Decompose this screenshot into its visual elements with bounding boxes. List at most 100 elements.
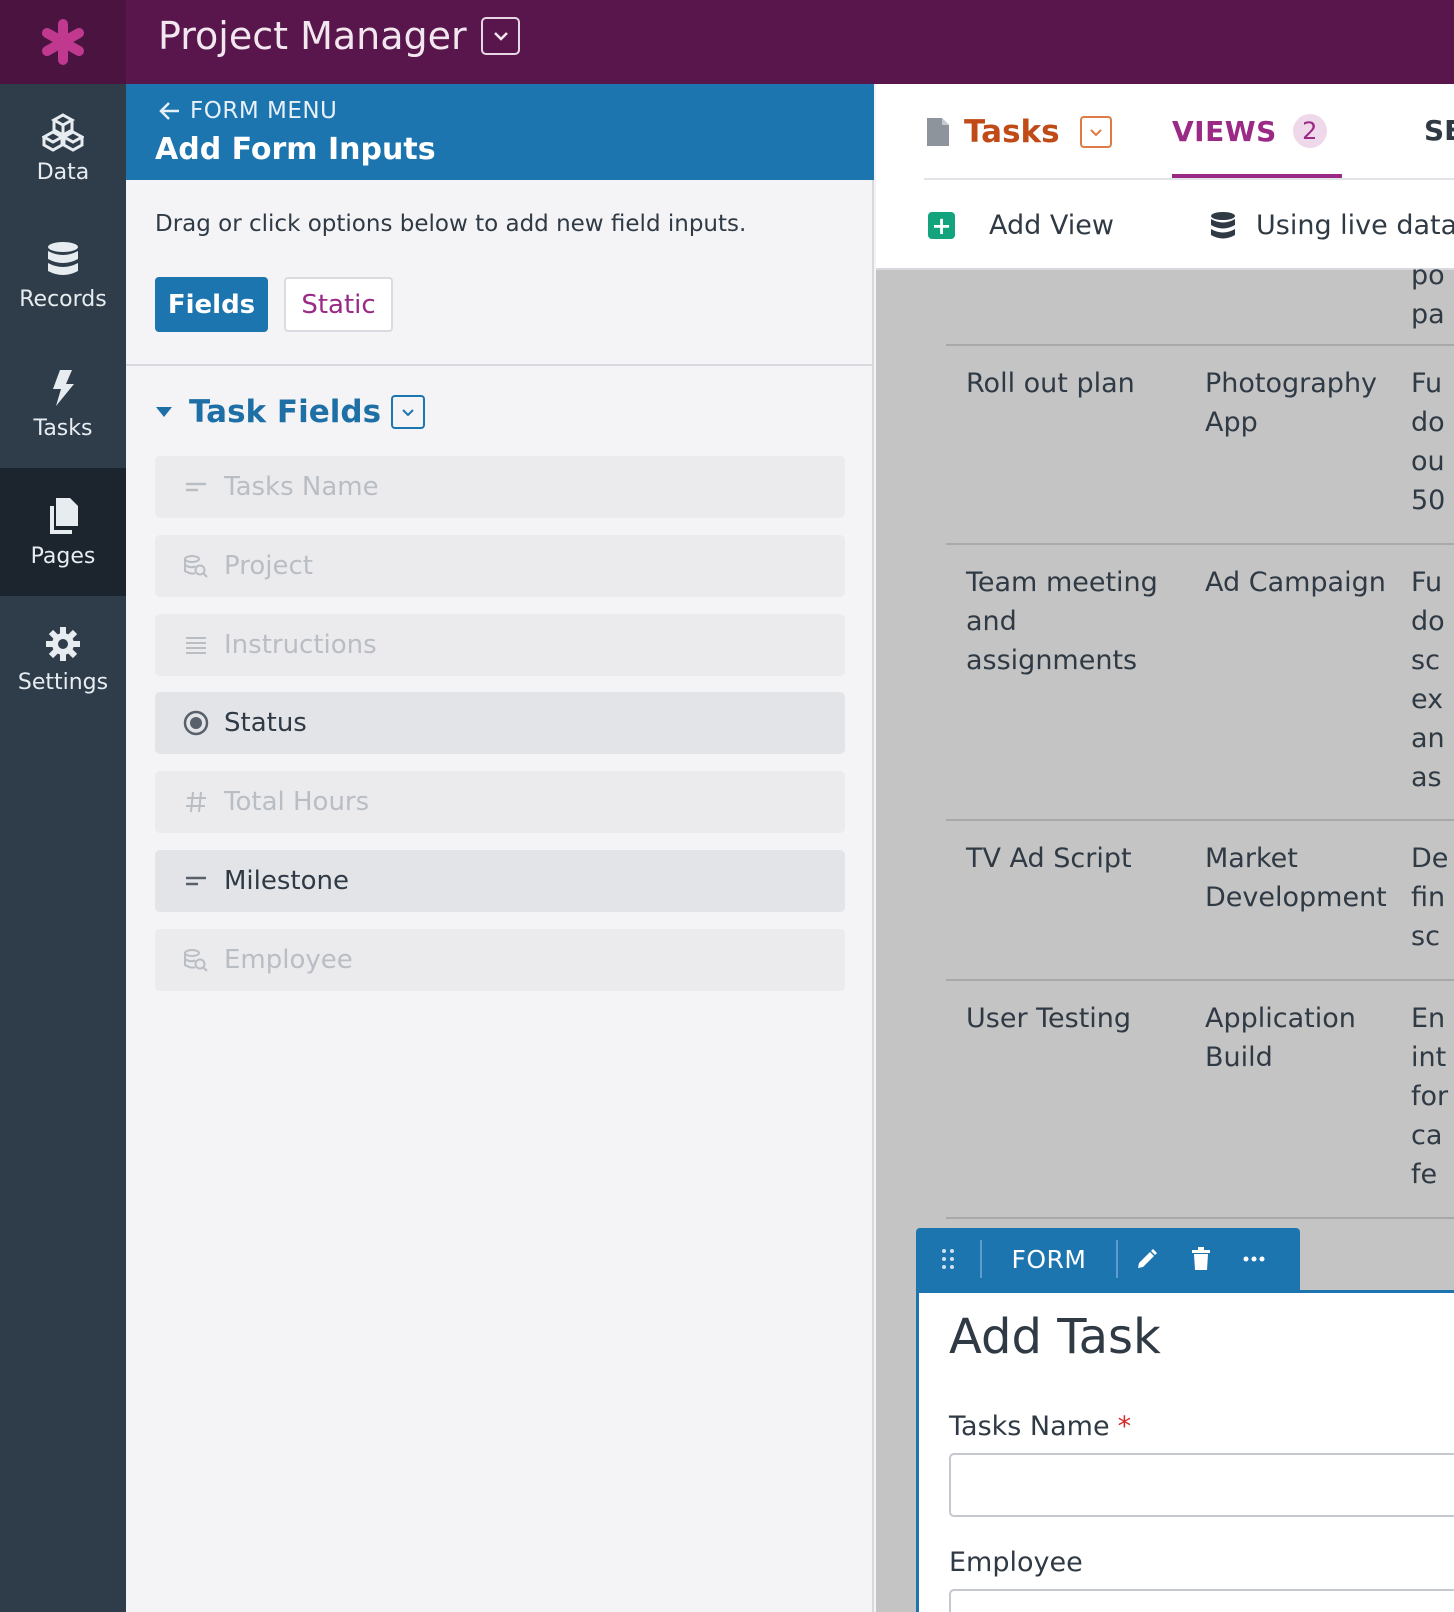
table-cell: De fin sc xyxy=(1411,843,1449,952)
nav-label: Records xyxy=(19,286,107,312)
nav-item-records[interactable]: Records xyxy=(0,212,126,340)
table-cell: po pa xyxy=(1411,260,1445,330)
required-marker: * xyxy=(1117,1411,1132,1442)
nav-label: Tasks xyxy=(33,415,93,441)
task-fields-section-header[interactable]: Task Fields xyxy=(155,394,426,430)
number-icon xyxy=(182,790,210,814)
field-label: Status xyxy=(224,708,307,738)
static-tab-button[interactable]: Static xyxy=(284,277,393,332)
chevron-down-icon xyxy=(493,32,508,41)
cubes-icon xyxy=(42,112,84,152)
field-label: Project xyxy=(224,551,313,581)
field-label: Tasks Name xyxy=(224,472,379,502)
nav-label: Data xyxy=(36,159,90,185)
page-dropdown[interactable] xyxy=(1079,116,1112,148)
pages-icon xyxy=(50,497,78,534)
database-icon xyxy=(1211,211,1235,238)
drag-hint-text: Drag or click options below to add new f… xyxy=(155,211,747,237)
table-row: Team meeting and assignments Ad Campaign… xyxy=(946,545,1454,821)
nav-item-tasks[interactable]: Tasks xyxy=(0,340,126,468)
back-label: FORM MENU xyxy=(190,98,338,124)
table-cell: En int for ca fe xyxy=(1411,1003,1449,1190)
table-cell: TV Ad Script xyxy=(966,843,1132,874)
table-cell: Roll out plan xyxy=(966,368,1135,399)
table-cell: Market Development xyxy=(1205,843,1387,913)
table-cell: Team meeting and assignments xyxy=(966,567,1158,676)
plus-icon: + xyxy=(928,212,955,240)
field-label: Instructions xyxy=(224,630,377,660)
caret-down-icon xyxy=(156,407,172,417)
edit-pencil-icon[interactable] xyxy=(1118,1247,1176,1271)
field-option-employee[interactable]: Employee xyxy=(155,929,845,991)
divider xyxy=(126,364,872,366)
field-option-tasks-name[interactable]: Tasks Name xyxy=(155,456,845,518)
tasks-name-input[interactable] xyxy=(949,1453,1454,1517)
panel-header: FORM MENU Add Form Inputs xyxy=(126,84,874,180)
short-text-icon xyxy=(182,875,210,887)
tab-views[interactable]: VIEWS 2 xyxy=(1172,114,1327,148)
live-data-label: Using live data xyxy=(1256,210,1454,241)
gear-icon xyxy=(46,626,80,661)
field-option-status[interactable]: Status xyxy=(155,692,845,754)
nav-label: Pages xyxy=(30,543,96,569)
table-cell: User Testing xyxy=(966,1003,1132,1034)
live-data-toggle[interactable]: Using live data xyxy=(1210,210,1454,241)
chevron-down-icon xyxy=(1089,128,1102,136)
chevron-down-icon xyxy=(402,408,414,416)
fields-tab-button[interactable]: Fields xyxy=(155,277,268,332)
field-option-total-hours[interactable]: Total Hours xyxy=(155,771,845,833)
field-option-milestone[interactable]: Milestone xyxy=(155,850,845,912)
field-option-project[interactable]: Project xyxy=(155,535,845,597)
more-options-icon[interactable] xyxy=(1226,1256,1282,1262)
table-cell: Fu do ou 50 xyxy=(1411,368,1446,516)
top-bar: Project Manager xyxy=(0,0,1454,84)
field-label: Employee xyxy=(224,945,353,975)
table-cell: Photography App xyxy=(1205,368,1378,438)
form-field-label: Tasks Name * xyxy=(949,1411,1131,1442)
views-label: VIEWS xyxy=(1172,114,1277,148)
nav-item-data[interactable]: Data xyxy=(0,84,126,212)
add-view-button[interactable]: + Add View xyxy=(928,210,1114,241)
panel-title: Add Form Inputs xyxy=(155,132,436,167)
drag-handle-icon[interactable] xyxy=(916,1248,980,1270)
app-logo[interactable] xyxy=(0,0,126,84)
nav-item-settings[interactable]: Settings xyxy=(0,596,126,724)
app-menu-dropdown[interactable] xyxy=(481,17,520,55)
form-field-label: Employee xyxy=(949,1547,1083,1578)
connection-icon xyxy=(182,948,210,972)
section-dropdown[interactable] xyxy=(391,395,426,429)
trash-icon[interactable] xyxy=(1176,1247,1226,1271)
table-cell: Application Build xyxy=(1205,1003,1356,1073)
form-view-toolbar: FORM xyxy=(916,1228,1300,1290)
asterisk-logo-icon xyxy=(42,19,84,65)
field-option-instructions[interactable]: Instructions xyxy=(155,614,845,676)
left-nav: Data Records Tasks Pages Settings xyxy=(0,84,126,1612)
views-count-badge: 2 xyxy=(1292,114,1327,148)
divider xyxy=(924,178,1454,180)
table-row: TV Ad Script Market Development De fin s… xyxy=(946,821,1454,981)
form-view-preview[interactable]: Add Task Tasks Name * Employee xyxy=(916,1290,1454,1612)
form-title: Add Task xyxy=(949,1309,1161,1365)
table-row: User Testing Application Build En int fo… xyxy=(946,981,1454,1219)
page-icon xyxy=(927,118,949,146)
radio-icon xyxy=(182,710,210,736)
section-title: Task Fields xyxy=(189,394,382,430)
field-label-text: Tasks Name xyxy=(949,1411,1110,1442)
form-view-label: FORM xyxy=(1011,1244,1087,1274)
page-name-tab[interactable]: Tasks xyxy=(926,114,1112,150)
nav-item-pages[interactable]: Pages xyxy=(0,468,126,596)
app-title: Project Manager xyxy=(158,14,467,58)
table-row: Roll out plan Photography App Fu do ou 5… xyxy=(946,346,1454,545)
field-label: Total Hours xyxy=(224,787,370,817)
database-icon xyxy=(48,241,78,275)
employee-select[interactable] xyxy=(949,1589,1454,1612)
table-row: po pa xyxy=(946,246,1454,346)
field-label: Milestone xyxy=(224,866,349,896)
tab-settings-partial[interactable]: SE xyxy=(1424,114,1454,147)
page-name-label: Tasks xyxy=(964,114,1060,150)
back-to-form-menu[interactable]: FORM MENU xyxy=(158,98,337,124)
paragraph-icon xyxy=(182,635,210,655)
nav-label: Settings xyxy=(17,669,109,695)
page-preview-area: Tasks VIEWS 2 SE + Add View Using live d… xyxy=(876,84,1454,1612)
short-text-icon xyxy=(182,481,210,493)
